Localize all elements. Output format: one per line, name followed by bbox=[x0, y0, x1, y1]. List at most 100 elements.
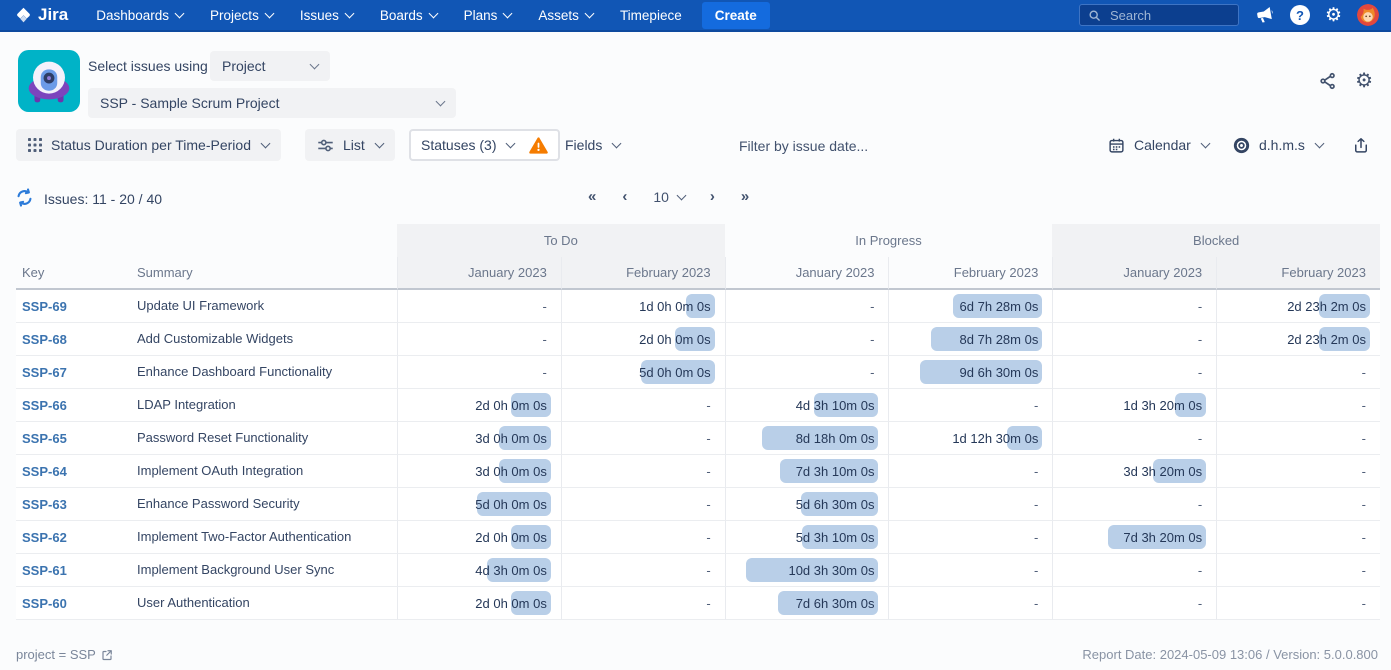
duration-value: 7d 6h 30m 0s bbox=[796, 596, 875, 611]
view-mode-button[interactable]: List bbox=[305, 129, 395, 161]
issue-source-select[interactable]: Project bbox=[210, 51, 330, 81]
duration-value: - bbox=[1034, 398, 1038, 413]
user-avatar[interactable] bbox=[1357, 4, 1379, 26]
duration-value: - bbox=[1034, 563, 1038, 578]
issue-key-link[interactable]: SSP-64 bbox=[22, 464, 67, 479]
issue-key-link[interactable]: SSP-66 bbox=[22, 398, 67, 413]
search-icon bbox=[1088, 9, 1101, 22]
page-size-value: 10 bbox=[653, 189, 669, 205]
issue-key-link[interactable]: SSP-68 bbox=[22, 332, 67, 347]
announcements-icon[interactable] bbox=[1254, 5, 1275, 26]
issue-key-cell: SSP-62 bbox=[16, 521, 137, 554]
nav-item-issues[interactable]: Issues bbox=[300, 8, 353, 23]
global-search[interactable] bbox=[1079, 4, 1239, 26]
chevron-down-icon bbox=[676, 191, 686, 201]
statuses-filter-button[interactable]: Statuses (3) bbox=[409, 129, 560, 161]
chevron-down-icon bbox=[264, 8, 274, 18]
nav-item-plans[interactable]: Plans bbox=[464, 8, 512, 23]
share-icon[interactable] bbox=[1318, 71, 1338, 91]
next-page-button[interactable]: › bbox=[710, 188, 716, 205]
duration-value: - bbox=[1034, 464, 1038, 479]
refresh-icon[interactable] bbox=[14, 187, 35, 213]
duration-value: 5d 0h 0m 0s bbox=[639, 365, 711, 380]
jira-logo-icon bbox=[14, 6, 33, 25]
issue-date-filter-input[interactable] bbox=[737, 129, 971, 163]
jql-query-link[interactable]: project = SSP bbox=[16, 647, 113, 662]
duration-cell: 8d 18h 0m 0s bbox=[725, 422, 889, 455]
issue-key-link[interactable]: SSP-61 bbox=[22, 563, 67, 578]
nav-item-timepiece[interactable]: Timepiece bbox=[620, 8, 682, 23]
issue-key-cell: SSP-67 bbox=[16, 356, 137, 389]
month-header-blocked-january-2023: January 2023 bbox=[1052, 257, 1216, 290]
duration-value: - bbox=[870, 332, 874, 347]
calendar-selector[interactable]: Calendar bbox=[1108, 129, 1209, 161]
duration-value: - bbox=[706, 563, 710, 578]
issue-summary-cell: Password Reset Functionality bbox=[137, 422, 397, 455]
key-column-header: Key bbox=[16, 257, 137, 290]
report-table: To DoIn ProgressBlockedKeySummaryJanuary… bbox=[16, 224, 1380, 620]
search-input[interactable] bbox=[1108, 7, 1230, 24]
issue-key-link[interactable]: SSP-63 bbox=[22, 497, 67, 512]
group-header-to-do: To Do bbox=[397, 224, 725, 257]
issue-key-cell: SSP-66 bbox=[16, 389, 137, 422]
duration-value: - bbox=[870, 365, 874, 380]
first-page-button[interactable]: « bbox=[588, 188, 597, 205]
nav-item-projects[interactable]: Projects bbox=[210, 8, 273, 23]
settings-gear-icon[interactable]: ⚙ bbox=[1325, 6, 1342, 25]
export-button[interactable] bbox=[1352, 129, 1370, 161]
duration-cell: 5d 0h 0m 0s bbox=[561, 356, 725, 389]
duration-value: - bbox=[1198, 431, 1202, 446]
duration-value: 2d 0h 0m 0s bbox=[639, 332, 711, 347]
chevron-down-icon bbox=[506, 138, 516, 148]
duration-value: 2d 23h 2m 0s bbox=[1287, 299, 1366, 314]
duration-value: - bbox=[1198, 497, 1202, 512]
duration-value: - bbox=[1362, 431, 1366, 446]
month-header-blocked-february-2023: February 2023 bbox=[1216, 257, 1380, 290]
help-icon[interactable]: ? bbox=[1290, 5, 1310, 25]
issue-key-link[interactable]: SSP-67 bbox=[22, 365, 67, 380]
prev-page-button[interactable]: ‹ bbox=[622, 188, 628, 205]
duration-cell: 3d 3h 20m 0s bbox=[1052, 455, 1216, 488]
issue-summary-cell: Enhance Dashboard Functionality bbox=[137, 356, 397, 389]
report-settings-gear-icon[interactable]: ⚙ bbox=[1355, 71, 1373, 91]
report-type-button[interactable]: Status Duration per Time-Period bbox=[16, 129, 281, 161]
duration-value: - bbox=[542, 299, 546, 314]
duration-value: - bbox=[870, 299, 874, 314]
project-select[interactable]: SSP - Sample Scrum Project bbox=[88, 88, 456, 118]
chevron-down-icon bbox=[612, 138, 622, 148]
month-header-to-do-january-2023: January 2023 bbox=[397, 257, 561, 290]
issue-key-link[interactable]: SSP-62 bbox=[22, 530, 67, 545]
duration-cell: - bbox=[1216, 587, 1380, 620]
issue-key-cell: SSP-61 bbox=[16, 554, 137, 587]
duration-cell: 4d 3h 10m 0s bbox=[725, 389, 889, 422]
duration-cell: - bbox=[888, 389, 1052, 422]
duration-cell: - bbox=[725, 323, 889, 356]
duration-value: - bbox=[1198, 365, 1202, 380]
issues-range-label: Issues: 11 - 20 / 40 bbox=[44, 191, 162, 207]
jira-logo-text: Jira bbox=[38, 5, 68, 25]
issue-key-cell: SSP-60 bbox=[16, 587, 137, 620]
nav-menu: Dashboards Projects Issues Boards Plans Asset… bbox=[96, 8, 681, 23]
issue-key-link[interactable]: SSP-65 bbox=[22, 431, 67, 446]
chevron-down-icon bbox=[428, 8, 438, 18]
list-view-icon bbox=[317, 138, 334, 153]
duration-cell: - bbox=[1052, 554, 1216, 587]
page-size-select[interactable]: 10 bbox=[653, 189, 685, 205]
fields-button[interactable]: Fields bbox=[565, 129, 620, 161]
duration-cell: - bbox=[888, 587, 1052, 620]
issue-summary-cell: Implement OAuth Integration bbox=[137, 455, 397, 488]
view-mode-label: List bbox=[343, 137, 365, 153]
jira-logo[interactable]: Jira bbox=[14, 5, 68, 25]
duration-value: 4d 3h 0m 0s bbox=[475, 563, 547, 578]
navbar-right: ? ⚙ bbox=[1079, 4, 1379, 26]
nav-item-dashboards[interactable]: Dashboards bbox=[96, 8, 183, 23]
create-button[interactable]: Create bbox=[702, 2, 770, 29]
nav-item-boards[interactable]: Boards bbox=[380, 8, 437, 23]
issue-key-link[interactable]: SSP-60 bbox=[22, 596, 67, 611]
issue-key-link[interactable]: SSP-69 bbox=[22, 299, 67, 314]
nav-item-assets[interactable]: Assets bbox=[538, 8, 593, 23]
report-version-info: Report Date: 2024-05-09 13:06 / Version:… bbox=[1082, 647, 1378, 662]
last-page-button[interactable]: » bbox=[741, 188, 750, 205]
duration-format-selector[interactable]: d.h.m.s bbox=[1233, 129, 1323, 161]
duration-value: - bbox=[1362, 596, 1366, 611]
